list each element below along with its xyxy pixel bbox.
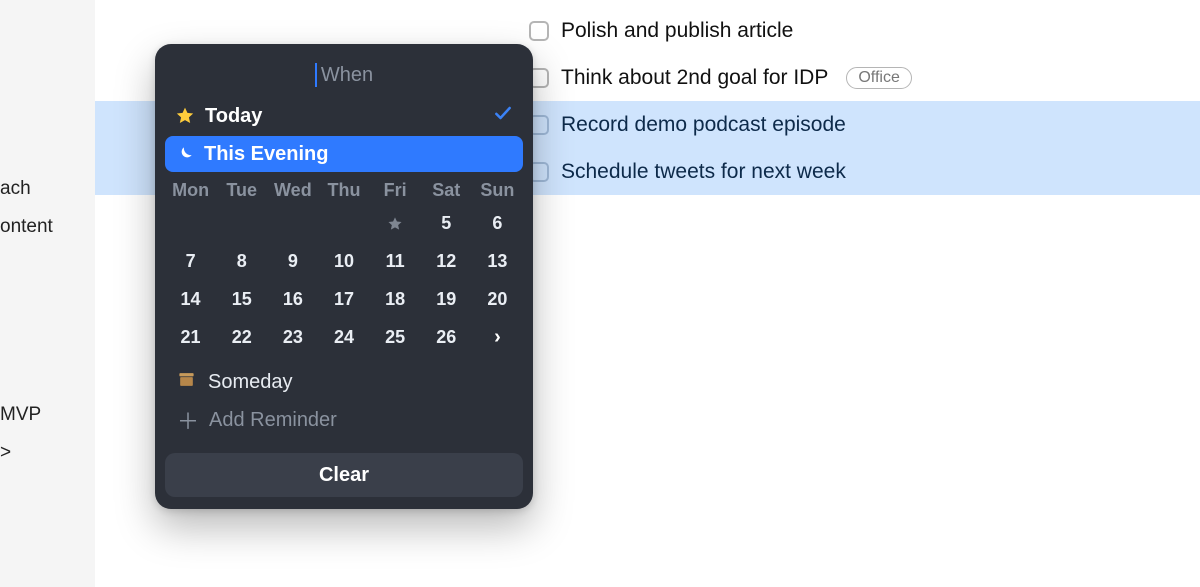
sidebar-item-fragment-4[interactable]: > <box>0 434 95 472</box>
check-icon <box>493 103 513 129</box>
calendar-day[interactable]: 12 <box>421 245 472 277</box>
weekday-label: Fri <box>370 180 421 201</box>
task-tag[interactable]: Office <box>846 67 912 89</box>
calendar-day[interactable]: 21 <box>165 321 216 353</box>
sidebar-item-fragment-2[interactable]: ontent <box>0 208 95 246</box>
task-title: Schedule tweets for next week <box>561 160 846 184</box>
text-cursor <box>315 63 317 87</box>
star-icon <box>175 106 195 126</box>
sidebar-item-fragment-1[interactable]: ach <box>0 170 95 208</box>
calendar-day[interactable]: 26 <box>421 321 472 353</box>
weekday-label: Wed <box>267 180 318 201</box>
when-search-placeholder: When <box>321 64 373 87</box>
calendar-row: 14 15 16 17 18 19 20 <box>165 283 523 315</box>
moon-icon <box>175 145 194 164</box>
calendar-day[interactable]: 10 <box>318 245 369 277</box>
calendar-day[interactable]: 25 <box>370 321 421 353</box>
sidebar: ach ontent MVP > <box>0 0 95 587</box>
weekday-label: Thu <box>318 180 369 201</box>
calendar-day[interactable]: 16 <box>267 283 318 315</box>
calendar-row: 5 6 <box>165 207 523 239</box>
calendar-day[interactable]: 22 <box>216 321 267 353</box>
calendar-day[interactable]: 6 <box>472 207 523 239</box>
option-someday-label: Someday <box>208 371 293 394</box>
calendar-day[interactable]: 20 <box>472 283 523 315</box>
calendar-day[interactable] <box>165 207 216 239</box>
task-title: Record demo podcast episode <box>561 113 846 137</box>
calendar-day[interactable]: 24 <box>318 321 369 353</box>
calendar-day[interactable]: 11 <box>370 245 421 277</box>
calendar-day[interactable] <box>318 207 369 239</box>
calendar-day[interactable]: 13 <box>472 245 523 277</box>
option-evening-label: This Evening <box>204 143 328 166</box>
calendar-row: 7 8 9 10 11 12 13 <box>165 245 523 277</box>
clear-button-label: Clear <box>319 464 369 487</box>
calendar-day[interactable]: 7 <box>165 245 216 277</box>
calendar-row: 21 22 23 24 25 26 › <box>165 321 523 353</box>
plus-icon: ＋ <box>177 404 197 436</box>
calendar-day[interactable]: 19 <box>421 283 472 315</box>
calendar-next-icon[interactable]: › <box>472 321 523 353</box>
task-checkbox[interactable] <box>529 21 549 41</box>
calendar-day[interactable]: 17 <box>318 283 369 315</box>
weekday-label: Sun <box>472 180 523 201</box>
task-title: Polish and publish article <box>561 19 793 43</box>
option-someday[interactable]: Someday <box>165 363 523 401</box>
clear-button[interactable]: Clear <box>165 453 523 497</box>
calendar-weekday-header: Mon Tue Wed Thu Fri Sat Sun <box>165 180 523 201</box>
calendar-day[interactable]: 9 <box>267 245 318 277</box>
calendar-day[interactable]: 23 <box>267 321 318 353</box>
weekday-label: Tue <box>216 180 267 201</box>
calendar-day[interactable]: 18 <box>370 283 421 315</box>
option-add-reminder[interactable]: ＋ Add Reminder <box>165 401 523 439</box>
calendar-day[interactable]: 8 <box>216 245 267 277</box>
task-title: Think about 2nd goal for IDP <box>561 66 828 90</box>
archive-icon <box>177 370 196 395</box>
when-popover: When Today This Evening Mon Tue Wed Thu … <box>155 44 533 509</box>
sidebar-item-fragment-3[interactable]: MVP <box>0 396 95 434</box>
calendar-day[interactable]: 5 <box>421 207 472 239</box>
option-this-evening[interactable]: This Evening <box>165 136 523 172</box>
when-search[interactable]: When <box>165 54 523 96</box>
option-today-label: Today <box>205 105 262 128</box>
weekday-label: Mon <box>165 180 216 201</box>
calendar-day[interactable]: 15 <box>216 283 267 315</box>
calendar-day[interactable] <box>267 207 318 239</box>
calendar-day[interactable]: 14 <box>165 283 216 315</box>
calendar-today-star[interactable] <box>370 207 421 239</box>
option-today[interactable]: Today <box>165 98 523 134</box>
calendar-day[interactable] <box>216 207 267 239</box>
option-add-reminder-label: Add Reminder <box>209 409 337 432</box>
weekday-label: Sat <box>421 180 472 201</box>
